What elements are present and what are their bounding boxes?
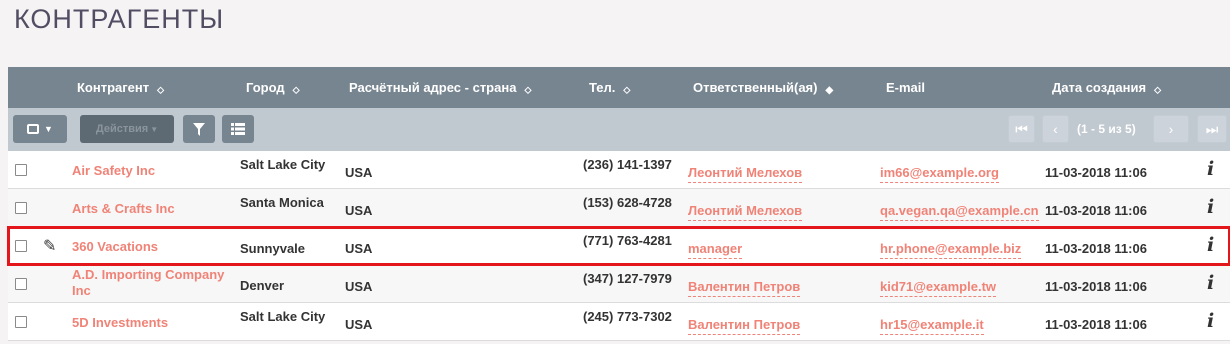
account-name-link[interactable]: 5D Investments xyxy=(72,315,232,331)
last-page-icon: ⏭ xyxy=(1205,121,1219,137)
table-row: 5D Investments Salt Lake City USA (245) … xyxy=(8,303,1230,341)
page-title: КОНТРАГЕНТЫ xyxy=(14,4,225,34)
city-cell: Salt Lake City xyxy=(240,309,326,324)
column-header-date-created[interactable]: Дата создания ⬦ xyxy=(1052,80,1161,96)
email-link[interactable]: hr.phone@example.biz xyxy=(880,241,1022,259)
account-name-link[interactable]: Arts & Crafts Inc xyxy=(72,201,232,217)
city-cell: Sunnyvale xyxy=(240,241,306,256)
pencil-icon[interactable]: ✎ xyxy=(43,236,56,256)
country-cell: USA xyxy=(345,317,373,332)
table-row: A.D. Importing Company Inc Denver USA (3… xyxy=(8,265,1230,303)
account-name-link[interactable]: 360 Vacations xyxy=(72,239,232,255)
column-header-account[interactable]: Контрагент ⬦ xyxy=(77,80,164,96)
sort-arrows-icon[interactable]: ⬦ xyxy=(157,86,164,96)
sort-arrows-icon[interactable]: ⬦ xyxy=(293,86,300,96)
column-chooser-icon xyxy=(231,123,245,135)
assigned-user-link[interactable]: Валентин Петров xyxy=(688,317,801,335)
city-cell: Denver xyxy=(240,278,285,293)
row-checkbox[interactable] xyxy=(15,316,27,328)
date-created-cell: 11-03-2018 11:06 xyxy=(1045,165,1147,180)
column-header-assigned-user[interactable]: Ответственный(ая) ◆ xyxy=(693,80,833,96)
phone-cell: (236) 141-1397 xyxy=(583,157,672,172)
sort-arrows-icon[interactable]: ⬦ xyxy=(623,86,630,96)
table-row-highlighted: ✎ 360 Vacations Sunnyvale USA (771) 763-… xyxy=(7,226,1230,266)
accounts-list-view: Контрагент ⬦ Город ⬦ Расчётный адрес - стр… xyxy=(7,67,1230,341)
date-created-cell: 11-03-2018 11:06 xyxy=(1045,279,1147,294)
email-link[interactable]: qa.vegan.qa@example.cn xyxy=(880,203,1039,221)
country-cell: USA xyxy=(345,203,373,218)
assigned-user-link[interactable]: Валентин Петров xyxy=(688,279,801,297)
sort-arrows-icon[interactable]: ◆ xyxy=(825,86,833,96)
chevron-down-icon: ▼ xyxy=(150,124,159,134)
first-page-icon: ⏮ xyxy=(1015,121,1028,137)
info-icon[interactable]: i xyxy=(1207,196,1214,218)
previous-page-button[interactable]: ‹ xyxy=(1042,115,1069,143)
city-cell: Salt Lake City xyxy=(240,157,326,172)
country-cell: USA xyxy=(345,241,373,256)
row-checkbox[interactable] xyxy=(15,278,27,290)
sort-arrows-icon[interactable]: ⬦ xyxy=(524,86,531,96)
next-page-button[interactable]: › xyxy=(1153,115,1189,143)
last-page-button[interactable]: ⏭ xyxy=(1197,115,1227,143)
country-cell: USA xyxy=(345,279,373,294)
checkbox-icon xyxy=(27,124,40,134)
phone-cell: (153) 628-4728 xyxy=(583,195,672,210)
date-created-cell: 11-03-2018 11:06 xyxy=(1045,317,1147,332)
column-header-email: E-mail xyxy=(886,80,926,95)
pagination-info: (1 - 5 из 5) xyxy=(1077,122,1136,136)
sort-arrows-icon[interactable]: ⬦ xyxy=(1154,86,1161,96)
assigned-user-link[interactable]: Леонтий Мелехов xyxy=(688,165,803,183)
date-created-cell: 11-03-2018 11:06 xyxy=(1045,241,1147,256)
row-checkbox[interactable] xyxy=(15,164,27,176)
filter-button[interactable] xyxy=(183,115,215,143)
phone-cell: (245) 773-7302 xyxy=(583,309,672,324)
column-header-phone[interactable]: Тел. ⬦ xyxy=(589,80,630,96)
email-link[interactable]: kid71@example.tw xyxy=(880,279,997,297)
info-icon[interactable]: i xyxy=(1207,234,1214,256)
table-row: Air Safety Inc Salt Lake City USA (236) … xyxy=(8,151,1230,189)
info-icon[interactable]: i xyxy=(1207,158,1214,180)
bulk-actions-button[interactable]: Действия ▼ xyxy=(80,115,174,143)
column-chooser-button[interactable] xyxy=(222,115,254,143)
select-all-dropdown[interactable]: ▼ xyxy=(13,115,67,143)
table-header: Контрагент ⬦ Город ⬦ Расчётный адрес - стр… xyxy=(8,67,1230,108)
table-row: Arts & Crafts Inc Santa Monica USA (153)… xyxy=(8,189,1230,227)
list-toolbar: ▼ Действия ▼ ⏮ ‹ (1 - 5 из 5) › ⏭ xyxy=(8,108,1230,151)
phone-cell: (771) 763-4281 xyxy=(583,233,672,248)
chevron-down-icon: ▼ xyxy=(44,124,53,134)
city-cell: Santa Monica xyxy=(240,195,324,210)
chevron-left-icon: ‹ xyxy=(1053,121,1058,137)
chevron-right-icon: › xyxy=(1168,121,1174,137)
country-cell: USA xyxy=(345,165,373,180)
row-checkbox[interactable] xyxy=(15,202,27,214)
first-page-button[interactable]: ⏮ xyxy=(1008,115,1035,143)
email-link[interactable]: hr15@example.it xyxy=(880,317,984,335)
email-link[interactable]: im66@example.org xyxy=(880,165,999,183)
phone-cell: (347) 127-7979 xyxy=(583,271,672,286)
info-icon[interactable]: i xyxy=(1207,310,1214,332)
column-header-country[interactable]: Расчётный адрес - страна ⬦ xyxy=(349,80,531,96)
account-name-link[interactable]: A.D. Importing Company Inc xyxy=(72,267,232,299)
assigned-user-link[interactable]: Леонтий Мелехов xyxy=(688,203,803,221)
info-icon[interactable]: i xyxy=(1207,272,1214,294)
row-checkbox[interactable] xyxy=(15,240,27,252)
account-name-link[interactable]: Air Safety Inc xyxy=(72,163,232,179)
assigned-user-link[interactable]: manager xyxy=(688,241,743,259)
column-header-city[interactable]: Город ⬦ xyxy=(246,80,300,96)
date-created-cell: 11-03-2018 11:06 xyxy=(1045,203,1147,218)
filter-icon xyxy=(193,122,205,136)
